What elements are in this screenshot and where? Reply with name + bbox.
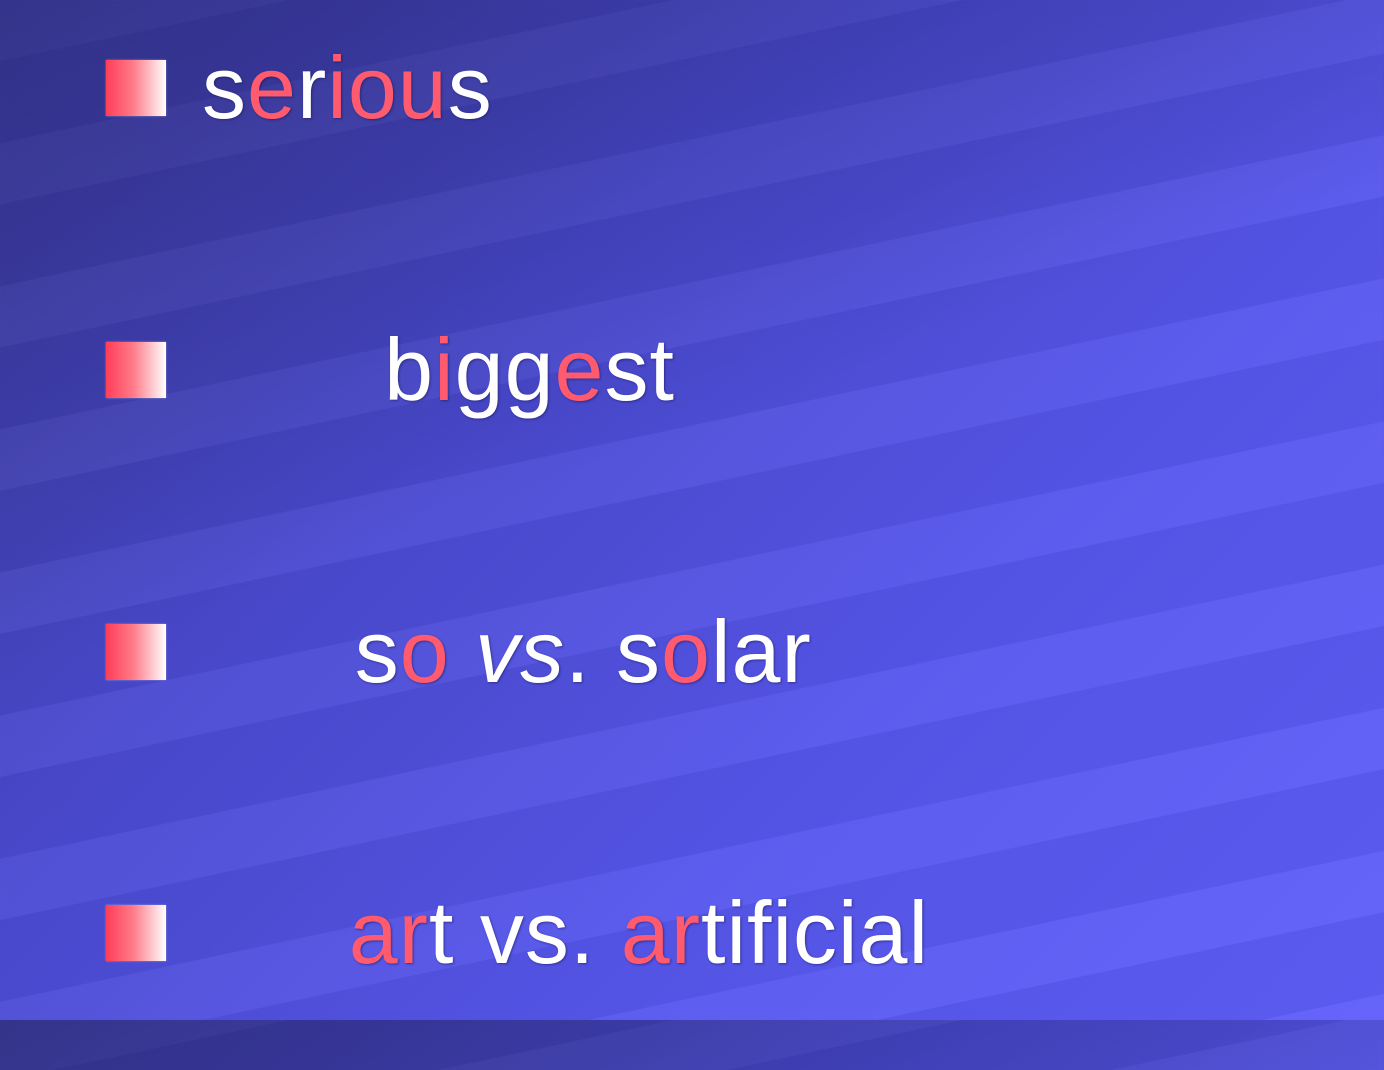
bullet-item-so-vs-solar: so vs. solar xyxy=(106,597,812,707)
text-segment xyxy=(450,602,475,701)
text-segment-highlight: e xyxy=(247,38,297,137)
text-segment: st xyxy=(604,320,675,419)
text-segment: tificial xyxy=(701,883,930,982)
text-segment: b xyxy=(358,320,435,419)
slide: serious biggest so vs. solar art vs. art… xyxy=(0,0,1384,1020)
square-bullet-icon xyxy=(106,342,166,398)
bullet-text: so vs. solar xyxy=(202,520,812,784)
text-segment-italic: vs xyxy=(475,602,566,701)
text-segment: s xyxy=(447,38,493,137)
text-segment: s xyxy=(202,38,247,137)
text-segment: gg xyxy=(454,320,555,419)
square-bullet-icon xyxy=(106,905,166,961)
text-segment: s xyxy=(354,602,400,701)
text-segment: lar xyxy=(710,602,812,701)
text-segment-highlight: e xyxy=(554,320,605,419)
text-segment: . s xyxy=(565,602,662,701)
text-segment: t vs. xyxy=(428,883,621,982)
square-bullet-icon xyxy=(106,60,166,116)
text-segment-highlight: i xyxy=(434,320,455,419)
text-segment-highlight: ar xyxy=(348,883,429,982)
bullet-item-biggest: biggest xyxy=(106,315,675,425)
bullet-item-serious: serious xyxy=(106,33,493,143)
bullet-item-art-vs-artificial: art vs. artificial xyxy=(106,878,929,988)
text-segment-highlight: iou xyxy=(327,38,448,137)
bullet-text: biggest xyxy=(206,238,675,502)
text-segment-highlight: ar xyxy=(620,883,701,982)
square-bullet-icon xyxy=(106,624,166,680)
bullet-text: serious xyxy=(202,44,493,132)
bullet-text: art vs. artificial xyxy=(196,801,929,1065)
text-segment-highlight: o xyxy=(661,602,711,701)
text-segment-highlight: o xyxy=(399,602,450,701)
text-segment: r xyxy=(296,38,328,137)
